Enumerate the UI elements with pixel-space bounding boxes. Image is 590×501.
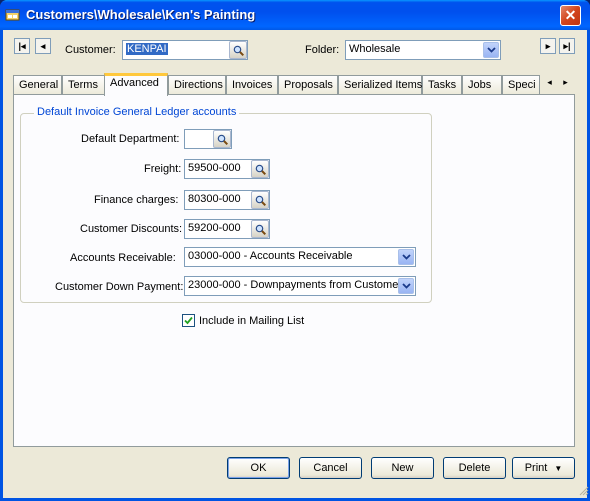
title-bar[interactable]: Customers\Wholesale\Ken's Painting ✕: [0, 0, 590, 30]
new-button[interactable]: New: [371, 457, 434, 479]
close-icon: ✕: [564, 7, 577, 23]
print-button[interactable]: Print ▼: [512, 457, 575, 479]
arrow-left-icon: ◂: [547, 77, 552, 87]
customer-down-payment-value: 23000-000 - Downpayments from Customers: [188, 279, 408, 291]
magnifier-icon: [255, 195, 266, 206]
close-button[interactable]: ✕: [560, 5, 581, 26]
accounts-receivable-value: 03000-000 - Accounts Receivable: [188, 250, 353, 262]
delete-button[interactable]: Delete: [443, 457, 506, 479]
app-window-icon: [5, 9, 20, 21]
tab-label: Tasks: [428, 79, 457, 91]
checkmark-icon: [184, 316, 193, 325]
accounts-receivable-select[interactable]: 03000-000 - Accounts Receivable: [184, 247, 416, 267]
last-record-icon: ▸|: [563, 41, 571, 51]
previous-record-icon: ◂: [40, 41, 46, 51]
customer-discounts-label: Customer Discounts:: [80, 223, 183, 235]
magnifier-icon: [217, 134, 228, 145]
folder-value: Wholesale: [349, 43, 401, 55]
tab-label: Advanced: [110, 77, 159, 89]
tab-label: Jobs: [468, 79, 492, 91]
default-department-label: Default Department:: [81, 133, 180, 145]
tab-scroll-right-button[interactable]: ▸: [558, 75, 573, 90]
magnifier-icon: [233, 45, 244, 56]
customer-discounts-lookup-button[interactable]: [251, 220, 269, 238]
finance-charges-label: Finance charges:: [94, 194, 179, 206]
customer-label: Customer:: [65, 44, 116, 56]
folder-select[interactable]: Wholesale: [345, 40, 501, 60]
customer-value: KENPAI: [126, 43, 168, 55]
first-record-icon: |◂: [18, 41, 26, 51]
tab-scroll-left-button[interactable]: ◂: [542, 75, 557, 90]
tab-tasks[interactable]: Tasks: [422, 75, 462, 95]
last-record-button[interactable]: ▸|: [559, 38, 575, 54]
tab-invoices[interactable]: Invoices: [226, 75, 278, 95]
tab-directions[interactable]: Directions: [168, 75, 226, 95]
chevron-down-icon: [487, 47, 496, 53]
accounts-receivable-dropdown-button[interactable]: [398, 249, 414, 265]
tab-special[interactable]: Speci: [502, 75, 540, 95]
tab-advanced[interactable]: Advanced: [104, 73, 168, 96]
groupbox-title: Default Invoice General Ledger accounts: [34, 106, 240, 118]
previous-record-button[interactable]: ◂: [35, 38, 51, 54]
freight-value: 59500-000: [188, 162, 241, 174]
tab-label: Serialized Items: [344, 79, 423, 91]
customer-down-payment-label: Customer Down Payment:: [55, 281, 184, 293]
magnifier-icon: [255, 164, 266, 175]
ok-button[interactable]: OK: [227, 457, 290, 479]
tab-label: Proposals: [284, 79, 333, 91]
tab-terms[interactable]: Terms: [62, 75, 105, 95]
customer-discounts-value: 59200-000: [188, 222, 241, 234]
mailing-list-label: Include in Mailing List: [199, 315, 305, 327]
next-record-icon: ▸: [545, 41, 551, 51]
print-button-label: Print: [524, 462, 548, 474]
customer-lookup-button[interactable]: [229, 41, 247, 59]
default-department-lookup-button[interactable]: [213, 130, 231, 148]
customer-down-payment-select[interactable]: 23000-000 - Downpayments from Customers: [184, 276, 416, 296]
tab-label: Invoices: [232, 79, 273, 91]
mailing-list-checkbox[interactable]: [182, 314, 195, 327]
tab-label: General: [19, 79, 59, 91]
caret-down-icon: ▼: [554, 464, 563, 473]
customer-window: Customers\Wholesale\Ken's Painting ✕ |◂ …: [0, 0, 590, 501]
resize-grip-icon[interactable]: [577, 484, 589, 496]
new-button-label: New: [391, 462, 414, 474]
freight-label: Freight:: [144, 163, 182, 175]
first-record-button[interactable]: |◂: [14, 38, 30, 54]
tab-jobs[interactable]: Jobs: [462, 75, 502, 95]
delete-button-label: Delete: [458, 462, 491, 474]
finance-charges-value: 80300-000: [188, 193, 241, 205]
accounts-receivable-label: Accounts Receivable:: [70, 252, 176, 264]
arrow-right-icon: ▸: [563, 77, 568, 87]
cancel-button-label: Cancel: [313, 462, 348, 474]
magnifier-icon: [255, 224, 266, 235]
tab-label: Speci: [508, 79, 536, 91]
tab-label: Directions: [174, 79, 223, 91]
tab-serialized-items[interactable]: Serialized Items: [338, 75, 422, 95]
customer-down-payment-dropdown-button[interactable]: [398, 278, 414, 294]
window-title: Customers\Wholesale\Ken's Painting: [26, 7, 256, 22]
tab-label: Terms: [68, 79, 98, 91]
next-record-button[interactable]: ▸: [540, 38, 556, 54]
freight-lookup-button[interactable]: [251, 160, 269, 178]
folder-label: Folder:: [305, 44, 340, 56]
finance-charges-lookup-button[interactable]: [251, 191, 269, 209]
chevron-down-icon: [402, 283, 411, 289]
folder-dropdown-button[interactable]: [483, 42, 499, 58]
tab-proposals[interactable]: Proposals: [278, 75, 338, 95]
ok-button-label: OK: [250, 462, 267, 474]
cancel-button[interactable]: Cancel: [299, 457, 362, 479]
chevron-down-icon: [402, 254, 411, 260]
tab-general[interactable]: General: [13, 75, 62, 95]
